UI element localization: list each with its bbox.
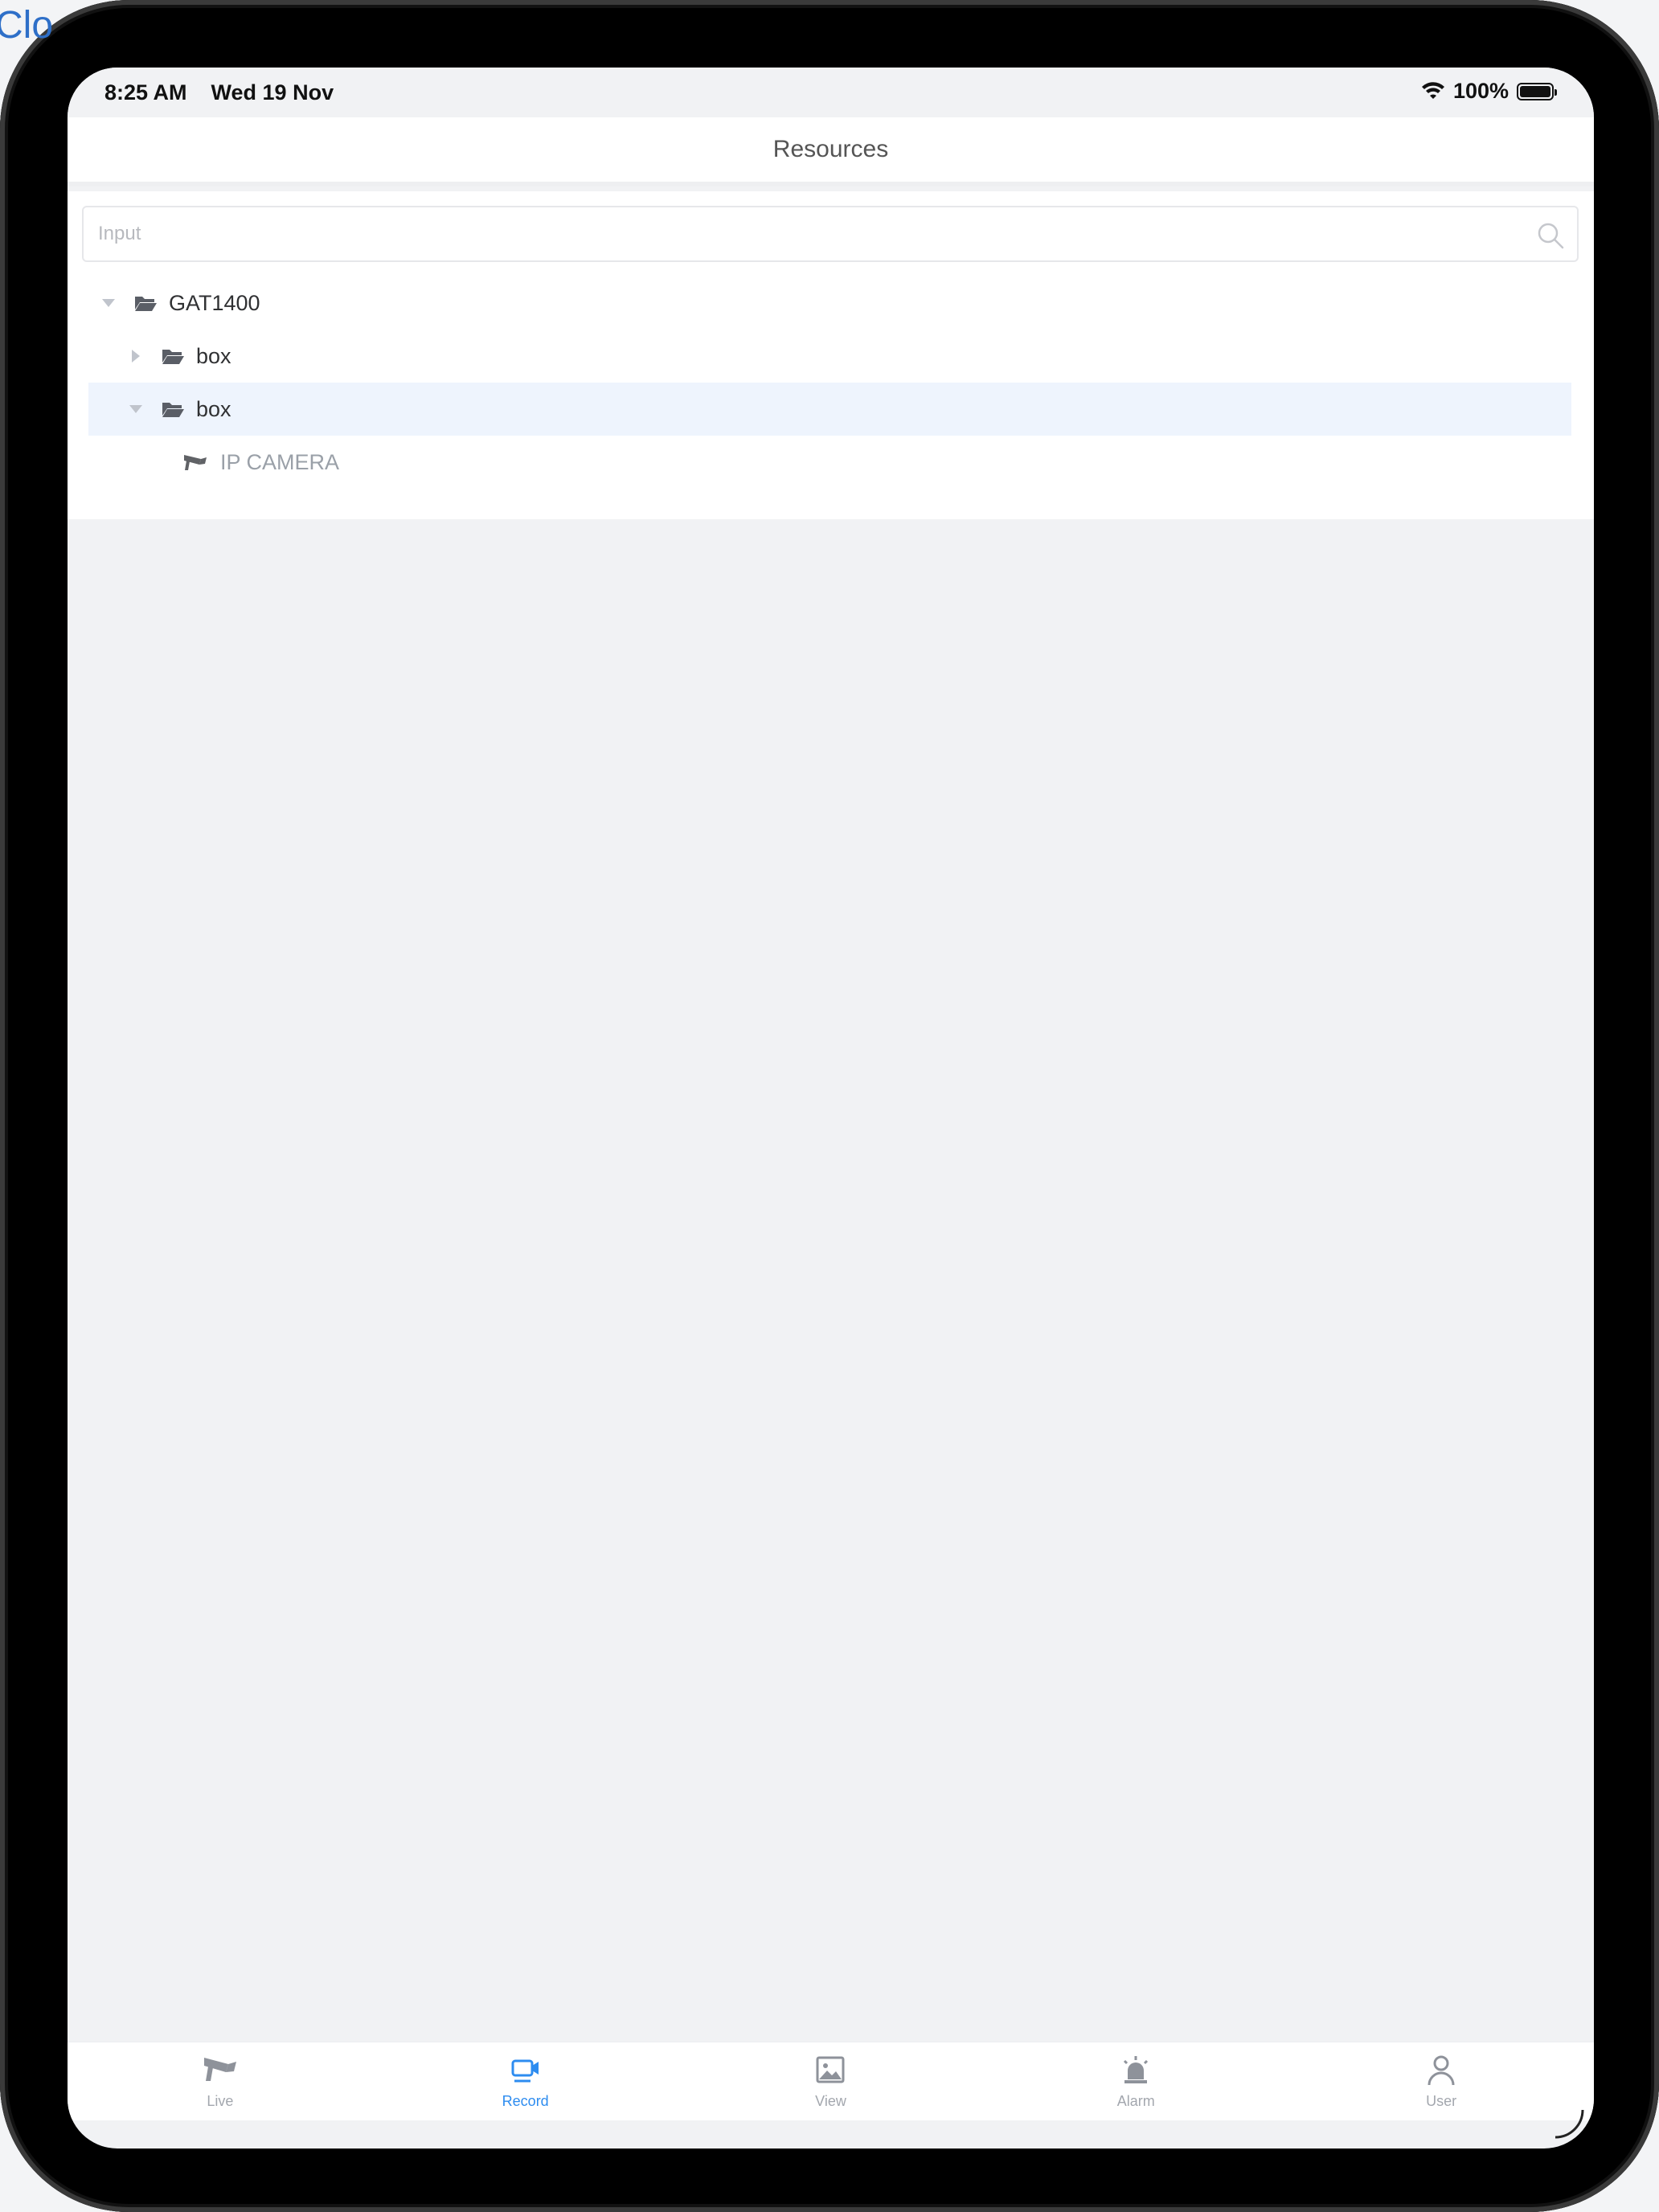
image-icon [816,2056,845,2083]
tab-live[interactable]: Live [68,2042,373,2120]
status-right: 100% [1421,79,1557,104]
tree-leaf-label: IP CAMERA [220,449,340,474]
device-screen: 8:25 AM Wed 19 Nov 100% Resources Input … [68,68,1594,2149]
camera-icon [184,455,207,470]
tree-leaf-ip-camera[interactable]: IP CAMERA [68,436,1594,489]
tab-label: Record [502,2093,549,2109]
tree-node-label: box [196,343,231,368]
folder-open-icon [162,403,184,417]
resource-tree: GAT1400 box box IP CAMERA [68,276,1594,489]
status-bar: 8:25 AM Wed 19 Nov 100% [68,68,1594,117]
tree-node-label: box [196,396,231,421]
camera-icon [203,2058,236,2081]
tab-alarm[interactable]: Alarm [983,2042,1288,2120]
tab-label: User [1426,2093,1457,2109]
status-time: 8:25 AM [104,80,187,104]
status-left: 8:25 AM Wed 19 Nov [104,80,334,105]
resources-panel: GAT1400 box [68,191,1594,519]
folder-open-icon [162,350,184,364]
resize-handle-icon [1555,2109,1584,2139]
background-partial-text: Clo [0,4,54,47]
tree-node-label: GAT1400 [169,290,260,315]
stage: Clo 8:25 AM Wed 19 Nov 100% Resources In… [0,0,1659,2212]
search-input[interactable] [84,207,1577,260]
alarm-icon [1124,2056,1149,2083]
wifi-icon [1421,81,1444,99]
folder-open-icon [135,297,157,311]
battery-icon [1517,82,1557,100]
chevron-right-icon[interactable] [125,346,146,367]
search-icon[interactable] [1535,220,1566,251]
tree-node-box-2[interactable]: box [88,383,1571,436]
tree-node-box-1[interactable]: box [68,330,1594,383]
tab-label: Alarm [1116,2093,1155,2109]
tab-label: Live [207,2093,234,2109]
chevron-down-icon[interactable] [125,399,146,420]
user-icon [1428,2055,1455,2086]
tree-node-root[interactable]: GAT1400 [68,276,1594,330]
tab-view[interactable]: View [678,2042,984,2120]
tab-label: View [815,2093,846,2109]
tab-record[interactable]: Record [373,2042,678,2120]
search-box[interactable] [82,206,1579,262]
status-date: Wed 19 Nov [211,80,334,104]
tab-user[interactable]: User [1288,2042,1594,2120]
page-title: Resources [772,136,889,162]
battery-percent: 100% [1452,79,1509,103]
video-icon [511,2059,539,2083]
tab-bar: Live Record View Alarm User [68,2042,1594,2120]
chevron-down-icon[interactable] [98,293,119,313]
nav-header: Resources [68,117,1594,186]
